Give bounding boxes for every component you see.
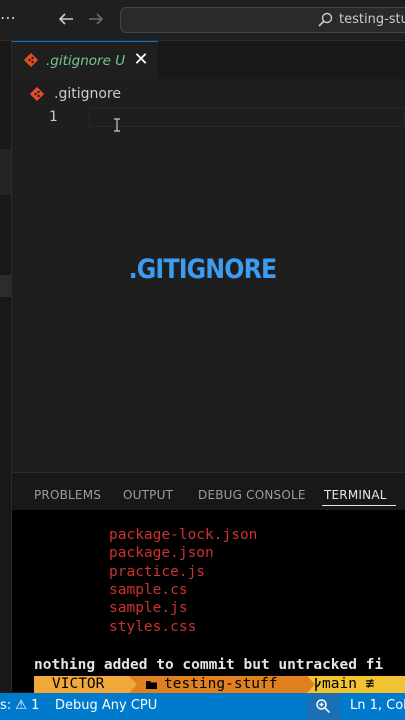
tab-gitignore[interactable]: .gitignore U ✕ — [12, 41, 158, 79]
tab-debug-console[interactable]: DEBUG CONSOLE — [198, 487, 306, 503]
command-center-text: testing-stuf — [339, 12, 405, 27]
side-bar-highlight — [0, 149, 11, 195]
prompt-user: VICTOR — [52, 676, 105, 692]
untracked-file: sample.cs — [109, 582, 188, 598]
git-file-icon — [30, 87, 44, 101]
untracked-file: package-lock.json — [109, 527, 258, 543]
side-bar-edge — [0, 41, 12, 691]
title-bar: ⋯ testing-stuf — [0, 0, 405, 41]
overlay-title: .GITIGNORE — [128, 254, 278, 285]
more-dots-icon[interactable]: ⋯ — [0, 8, 16, 28]
git-branch-icon — [315, 678, 321, 691]
problems-indicator[interactable]: s: ⚠ 1 — [0, 697, 39, 715]
untracked-file: package.json — [109, 545, 214, 561]
untracked-status: U — [115, 53, 126, 69]
debug-config[interactable]: Debug Any CPU — [55, 697, 157, 715]
folder-icon — [146, 681, 157, 689]
side-bar-selected-row[interactable] — [0, 275, 11, 297]
close-icon[interactable]: ✕ — [132, 51, 150, 69]
terminal-prompt: VICTOR testing-stuff main ≢ — [0, 675, 405, 693]
tab-problems[interactable]: PROBLEMS — [34, 487, 101, 503]
terminal-output[interactable]: package-lock.json package.json practice.… — [12, 510, 405, 692]
forward-arrow-icon[interactable] — [87, 10, 105, 28]
command-center-search[interactable]: testing-stuf — [120, 7, 405, 33]
editor-current-line[interactable] — [89, 107, 405, 127]
prompt-dir: testing-stuff — [164, 676, 278, 692]
tab-output[interactable]: OUTPUT — [123, 487, 173, 503]
untracked-file: practice.js — [109, 564, 206, 580]
tab-terminal[interactable]: TERMINAL — [324, 487, 387, 503]
text-cursor-icon — [114, 118, 120, 132]
terminal-message: nothing added to commit but untracked fi — [34, 657, 384, 673]
active-tab-indicator — [322, 505, 396, 506]
untracked-file: sample.js — [109, 600, 188, 616]
untracked-file: styles.css — [109, 619, 197, 635]
prompt-branch: main ≢ — [322, 676, 375, 692]
prompt-separator-icon — [129, 676, 137, 693]
git-file-icon — [24, 53, 38, 67]
tab-label: .gitignore U — [46, 53, 126, 69]
back-arrow-icon[interactable] — [57, 10, 75, 28]
breadcrumb[interactable]: .gitignore — [54, 85, 121, 103]
search-icon — [318, 12, 333, 27]
status-bar: s: ⚠ 1 Debug Any CPU Ln 1, Col — [0, 693, 405, 720]
line-number: 1 — [49, 109, 58, 125]
cursor-position[interactable]: Ln 1, Col — [350, 697, 405, 715]
zoom-icon — [316, 699, 331, 714]
